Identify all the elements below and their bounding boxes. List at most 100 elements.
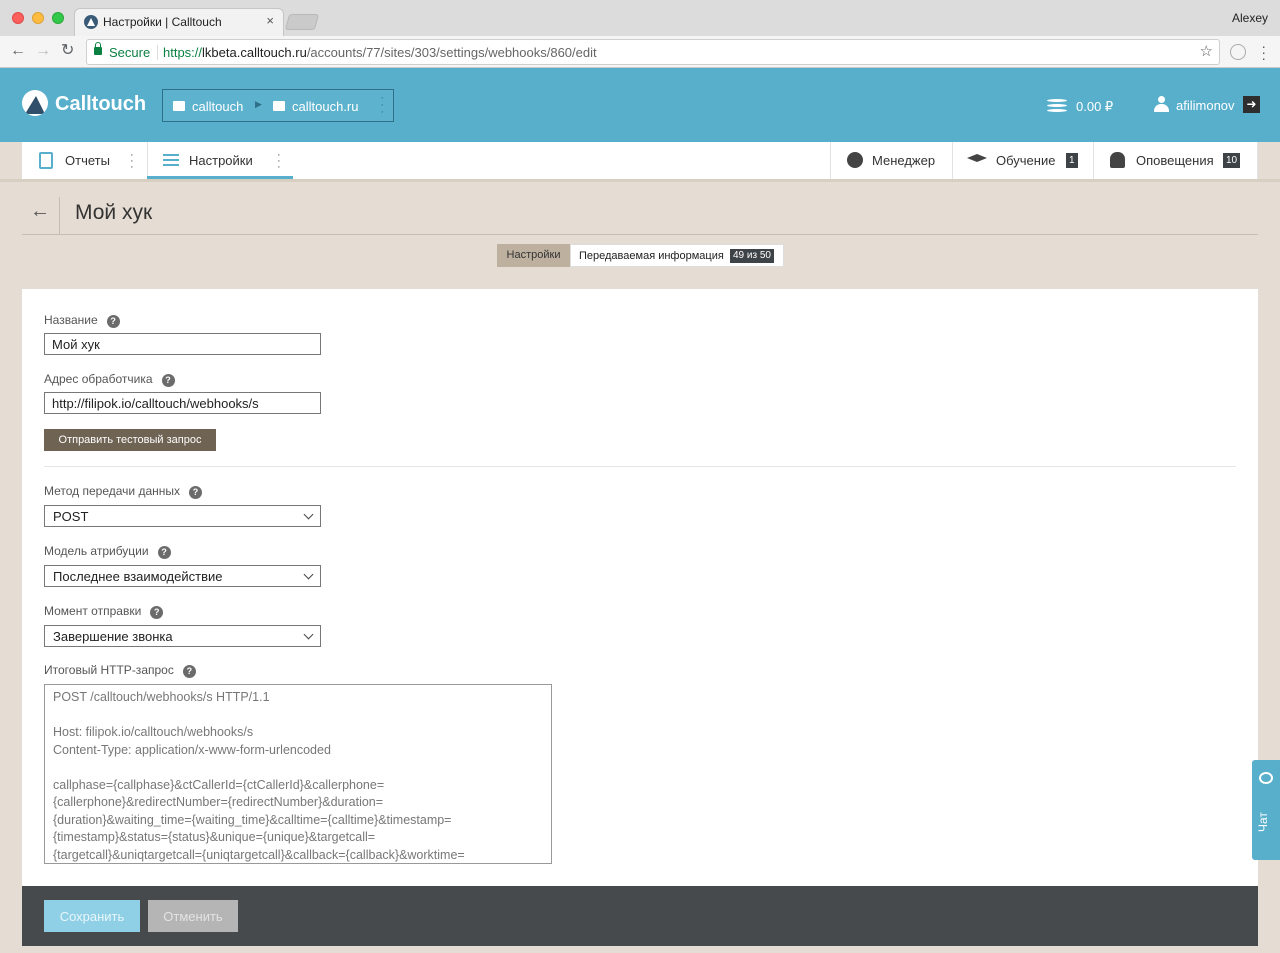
nav-item-training[interactable]: Обучение 1	[952, 142, 1093, 179]
browser-tab[interactable]: Настройки | Calltouch ×	[74, 8, 284, 36]
clipboard-chart-icon	[39, 152, 53, 169]
url-text[interactable]: https://lkbeta.calltouch.ru/accounts/77/…	[163, 45, 597, 60]
heading-divider	[59, 197, 60, 235]
handler-url-input[interactable]	[44, 392, 321, 414]
help-icon[interactable]: ?	[189, 486, 203, 499]
attribution-select[interactable]: Последнее взаимодействие	[44, 565, 321, 587]
main-nav: Отчеты · · · Настройки · · · Менеджер Обучен…	[22, 142, 1258, 179]
tab-close-icon[interactable]: ×	[266, 13, 274, 28]
nav-training-label: Обучение	[996, 153, 1056, 168]
name-label-text: Название	[44, 313, 98, 327]
http-line: POST /calltouch/webhooks/s HTTP/1.1	[53, 690, 270, 704]
tab-settings[interactable]: Настройки	[497, 244, 570, 267]
chat-widget[interactable]: Чат	[1252, 760, 1280, 860]
browser-menu-icon[interactable]: · · ·	[1261, 39, 1266, 65]
moment-field-label: Момент отправки?	[44, 604, 164, 619]
method-label-text: Метод передачи данных	[44, 484, 181, 498]
attribution-label-text: Модель атрибуции	[44, 544, 149, 558]
chat-bubble-icon	[1259, 772, 1273, 784]
settings-menu-icon[interactable]: · · ·	[277, 150, 281, 173]
maximize-window-button[interactable]	[52, 12, 64, 24]
training-count-badge: 1	[1066, 153, 1078, 168]
moment-select[interactable]: Завершение звонка	[44, 625, 321, 647]
account-name[interactable]: calltouch	[192, 99, 243, 114]
nav-settings-label: Настройки	[189, 153, 253, 168]
sliders-icon	[163, 152, 179, 168]
calltouch-logo-icon[interactable]	[22, 90, 48, 116]
minimize-window-button[interactable]	[32, 12, 44, 24]
address-bar[interactable]: Secure https://lkbeta.calltouch.ru/accou…	[86, 39, 1220, 65]
form-footer: Сохранить Отменить	[22, 886, 1258, 946]
logo-text[interactable]: Calltouch	[55, 93, 146, 116]
help-icon[interactable]: ?	[157, 546, 171, 559]
extension-icon[interactable]	[1230, 44, 1246, 60]
briefcase-icon	[173, 101, 185, 111]
back-button[interactable]: ←	[30, 200, 50, 223]
http-line: {timestamp}&status={status}&unique={uniq…	[53, 830, 376, 844]
nav-item-manager[interactable]: Менеджер	[830, 142, 952, 179]
new-tab-button[interactable]	[284, 14, 320, 30]
reload-icon[interactable]: ↻	[61, 41, 74, 61]
tab-transmitted-info[interactable]: Передаваемая информация 49 из 50	[570, 244, 784, 267]
http-line: {targetcall}&uniqtargetcall={uniqtargetc…	[53, 847, 465, 862]
http-line: {duration}&waiting_time={waiting_time}&c…	[53, 812, 452, 827]
nav-notifications-label: Оповещения	[1136, 153, 1214, 168]
subnav-shadow	[0, 179, 1280, 182]
balance-amount[interactable]: 0.00 ₽	[1076, 99, 1113, 115]
reports-menu-icon[interactable]: · · ·	[130, 150, 134, 173]
save-button[interactable]: Сохранить	[44, 900, 140, 932]
back-arrow-icon[interactable]: ←	[10, 41, 26, 61]
webhook-form: Название? Адрес обработчика? Отправить т…	[22, 289, 1258, 886]
browser-titlebar: Настройки | Calltouch × Alexey	[0, 0, 1280, 36]
heading-underline	[22, 234, 1258, 235]
calltouch-favicon-icon	[84, 15, 98, 29]
http-line	[53, 759, 543, 777]
url-field-label: Адрес обработчика?	[44, 372, 175, 387]
account-switcher[interactable]: calltouch ▶ calltouch.ru · · ·	[162, 89, 394, 122]
method-value: POST	[53, 509, 89, 524]
send-test-request-button[interactable]: Отправить тестовый запрос	[44, 429, 216, 451]
bell-icon	[1110, 152, 1125, 168]
name-input[interactable]	[44, 333, 321, 355]
help-icon[interactable]: ?	[182, 665, 196, 678]
lock-icon	[94, 42, 102, 55]
coins-icon	[1046, 98, 1070, 114]
account-menu-icon[interactable]: · · ·	[380, 93, 384, 118]
url-host: lkbeta.calltouch.ru	[202, 45, 307, 60]
http-line: callphase={callphase}&ctCallerId={ctCall…	[53, 777, 385, 792]
browser-profile-name[interactable]: Alexey	[1232, 11, 1268, 25]
nav-item-notifications[interactable]: Оповещения 10	[1093, 142, 1258, 179]
nav-divider	[1257, 142, 1258, 179]
chevron-down-icon	[303, 509, 314, 520]
nav-reports-label: Отчеты	[65, 153, 110, 168]
form-divider	[44, 466, 1236, 467]
url-path: /accounts/77/sites/303/settings/webhooks…	[306, 45, 597, 60]
close-window-button[interactable]	[12, 12, 24, 24]
http-request-label: Итоговый HTTP-запрос?	[44, 663, 196, 678]
attribution-field-label: Модель атрибуции?	[44, 544, 171, 559]
help-icon[interactable]: ?	[106, 315, 120, 328]
attribution-value: Последнее взаимодействие	[53, 569, 223, 584]
graduation-cap-icon	[967, 154, 987, 162]
cancel-button[interactable]: Отменить	[148, 900, 238, 932]
username[interactable]: afilimonov	[1176, 98, 1235, 113]
forward-arrow-icon[interactable]: →	[35, 41, 51, 61]
browser-toolbar: ← → ↻ Secure https://lkbeta.calltouch.ru…	[0, 36, 1280, 68]
http-request-preview[interactable]: POST /calltouch/webhooks/s HTTP/1.1 Host…	[44, 684, 552, 864]
site-name[interactable]: calltouch.ru	[292, 99, 358, 114]
chevron-down-icon	[303, 629, 314, 640]
bookmark-star-icon[interactable]: ☆	[1200, 42, 1213, 60]
method-select[interactable]: POST	[44, 505, 321, 527]
page-title: Мой хук	[75, 201, 153, 224]
user-icon	[1154, 96, 1169, 113]
logout-icon[interactable]: ➜	[1243, 96, 1260, 113]
notifications-count-badge: 10	[1223, 153, 1241, 168]
http-line: {callerphone}&redirectNumber={redirectNu…	[53, 795, 384, 809]
help-icon[interactable]: ?	[161, 374, 175, 387]
nav-item-reports[interactable]: Отчеты · · ·	[22, 142, 147, 179]
site-icon	[273, 101, 285, 111]
nav-item-settings[interactable]: Настройки · · ·	[147, 142, 293, 179]
chat-label: Чат	[1256, 812, 1270, 832]
help-icon[interactable]: ?	[150, 606, 164, 619]
http-line: Host: filipok.io/calltouch/webhooks/s	[53, 725, 254, 739]
